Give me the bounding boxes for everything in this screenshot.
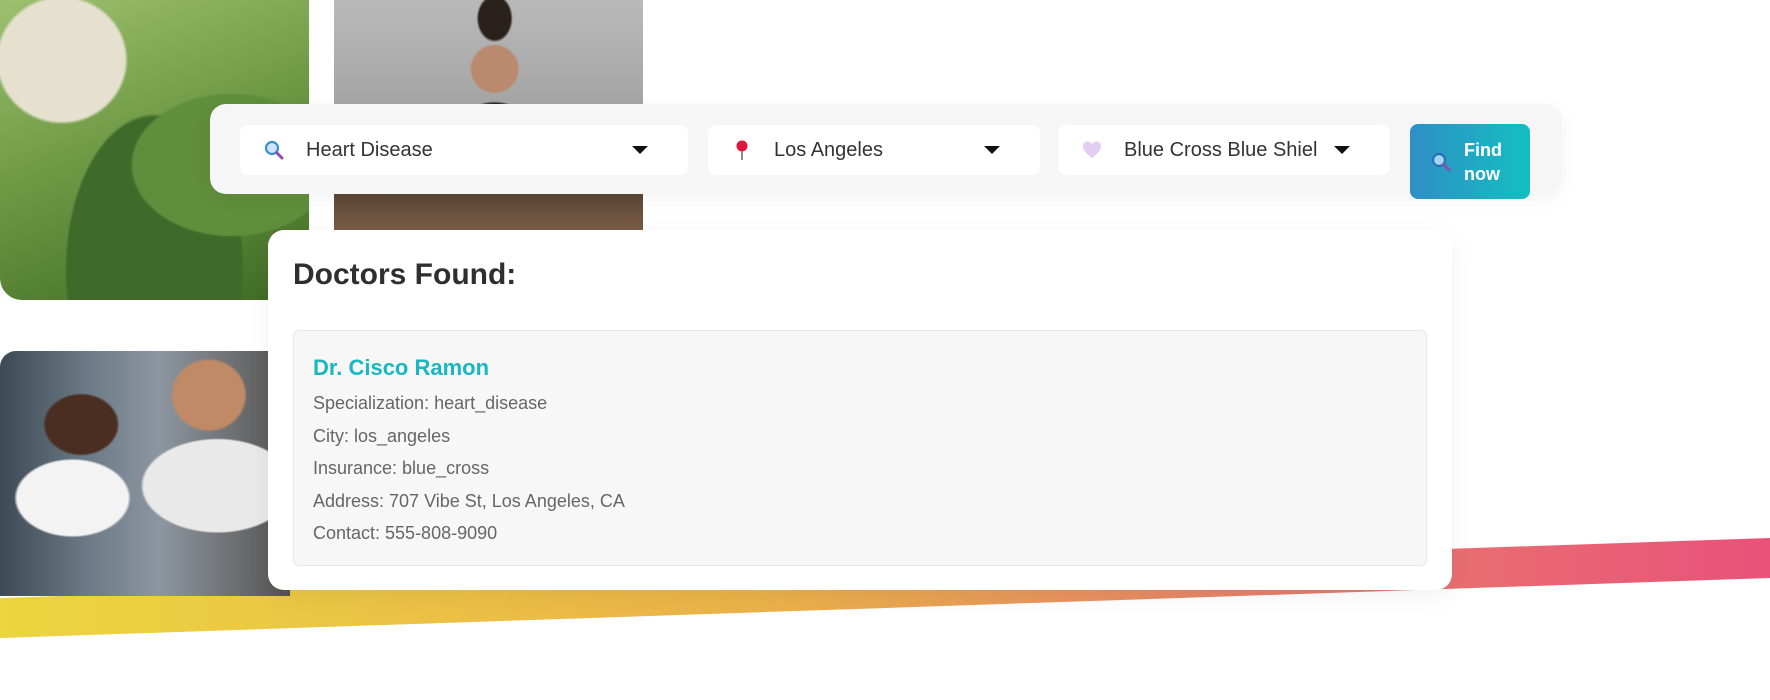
chevron-down-icon [632,146,648,154]
find-now-label: Find now [1464,139,1502,184]
results-panel: Doctors Found: Dr. Cisco Ramon Specializ… [268,230,1452,590]
condition-select[interactable]: Heart Disease [240,125,688,175]
magnifier-icon [1430,151,1452,173]
search-bar: Heart Disease Los Angeles Blue Cross Blu… [210,104,1562,199]
chevron-down-icon [984,146,1000,154]
city-select[interactable]: Los Angeles [708,125,1040,175]
doctor-card: Dr. Cisco Ramon Specialization: heart_di… [293,330,1427,566]
doctor-city: City: los_angeles [313,426,451,446]
doctor-address: Address: 707 Vibe St, Los Angeles, CA [313,491,625,511]
doctor-name[interactable]: Dr. Cisco Ramon [313,355,489,381]
condition-value: Heart Disease [306,138,433,161]
chevron-down-icon [1334,146,1350,154]
doctor-insurance: Insurance: blue_cross [313,458,490,478]
doctor-contact: Contact: 555-808-9090 [313,523,498,543]
pushpin-icon [730,138,754,162]
heart-icon [1080,138,1104,162]
results-title: Doctors Found: [293,258,517,291]
doctor-specialization: Specialization: heart_disease [313,393,548,413]
city-value: Los Angeles [774,138,883,161]
find-now-button[interactable]: Find now [1410,124,1530,199]
couple-cooking-photo [0,351,290,596]
insurance-select[interactable]: Blue Cross Blue Shiel [1058,125,1390,175]
insurance-value: Blue Cross Blue Shiel [1124,138,1318,161]
magnifier-icon [262,138,286,162]
